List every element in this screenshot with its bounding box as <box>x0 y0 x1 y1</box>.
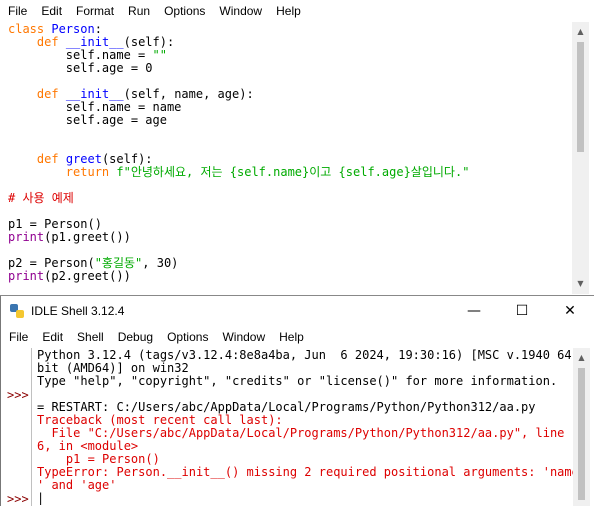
shell-menu-debug[interactable]: Debug <box>111 330 160 344</box>
shell-prompt: >>> <box>7 388 29 402</box>
code-line: class Person: <box>8 22 102 36</box>
shell-menu-help[interactable]: Help <box>272 330 311 344</box>
code-line: p1 = Person() <box>8 217 102 231</box>
shell-scroll-thumb[interactable] <box>578 368 585 500</box>
editor-scrollbar[interactable]: ▲ ▼ <box>572 22 589 294</box>
editor-menu-edit[interactable]: Edit <box>34 4 69 18</box>
code-line: print(p1.greet()) <box>8 230 131 244</box>
code-line: self.name = "" <box>8 48 167 62</box>
shell-line: Type "help", "copyright", "credits" or "… <box>37 374 558 388</box>
code-comment: # 사용 예제 <box>8 191 74 205</box>
code-line: print(p2.greet()) <box>8 269 131 283</box>
code-editor[interactable]: class Person: def __init__(self): self.n… <box>8 23 568 293</box>
shell-menu-file[interactable]: File <box>1 330 35 344</box>
scroll-down-arrow-icon[interactable]: ▼ <box>572 276 589 292</box>
shell-menu-shell[interactable]: Shell <box>70 330 111 344</box>
code-line: p2 = Person("홍길동", 30) <box>8 256 179 270</box>
maximize-icon[interactable]: ☐ <box>499 296 545 326</box>
code-line: self.name = name <box>8 100 182 114</box>
code-line: self.age = 0 <box>8 61 153 75</box>
shell-line: TypeError: Person.__init__() missing 2 r… <box>37 465 579 479</box>
shell-line: bit (AMD64)] on win32 <box>37 361 189 375</box>
shell-titlebar[interactable]: IDLE Shell 3.12.4 — ☐ ✕ <box>1 296 594 326</box>
editor-menu-file[interactable]: File <box>0 4 34 18</box>
shell-line: ' and 'age' <box>37 478 117 492</box>
shell-line: Traceback (most recent call last): <box>37 413 283 427</box>
editor-scroll-thumb[interactable] <box>577 42 584 152</box>
idle-python-icon <box>10 304 24 318</box>
shell-line: Python 3.12.4 (tags/v3.12.4:8e8a4ba, Jun… <box>37 348 572 362</box>
scroll-up-arrow-icon[interactable]: ▲ <box>572 24 589 40</box>
shell-menu-options[interactable]: Options <box>160 330 215 344</box>
shell-title: IDLE Shell 3.12.4 <box>31 304 125 318</box>
code-line: return f"안녕하세요, 저는 {self.name}이고 {self.a… <box>65 165 470 179</box>
shell-line: p1 = Person() <box>37 452 160 466</box>
shell-output[interactable]: Python 3.12.4 (tags/v3.12.4:8e8a4ba, Jun… <box>37 349 579 505</box>
code-line: def __init__(self, name, age): <box>36 87 254 101</box>
code-line: def __init__(self): <box>36 35 175 49</box>
editor-menu-help[interactable]: Help <box>269 4 308 18</box>
shell-scrollbar[interactable]: ▲ <box>573 348 590 506</box>
shell-prompt: >>> <box>7 492 29 506</box>
editor-menubar: File Edit Format Run Options Window Help <box>0 0 594 22</box>
code-line: self.age = age <box>8 113 167 127</box>
shell-menubar: File Edit Shell Debug Options Window Hel… <box>1 326 594 348</box>
editor-menu-format[interactable]: Format <box>69 4 121 18</box>
editor-menu-options[interactable]: Options <box>157 4 212 18</box>
shell-menu-edit[interactable]: Edit <box>35 330 70 344</box>
editor-menu-window[interactable]: Window <box>212 4 269 18</box>
shell-menu-window[interactable]: Window <box>215 330 272 344</box>
close-icon[interactable]: ✕ <box>547 296 593 326</box>
scroll-up-arrow-icon[interactable]: ▲ <box>573 350 590 366</box>
idle-shell-window: IDLE Shell 3.12.4 — ☐ ✕ File Edit Shell … <box>0 296 594 506</box>
text-cursor: | <box>37 491 45 505</box>
shell-line: File "C:/Users/abc/AppData/Local/Program… <box>37 426 579 440</box>
shell-line: = RESTART: C:/Users/abc/AppData/Local/Pr… <box>37 400 536 414</box>
code-line: def greet(self): <box>36 152 153 166</box>
shell-prompt-gutter: >>> >>> <box>1 348 32 506</box>
editor-menu-run[interactable]: Run <box>121 4 157 18</box>
minimize-icon[interactable]: — <box>451 296 497 326</box>
shell-line: 6, in <module> <box>37 439 139 453</box>
